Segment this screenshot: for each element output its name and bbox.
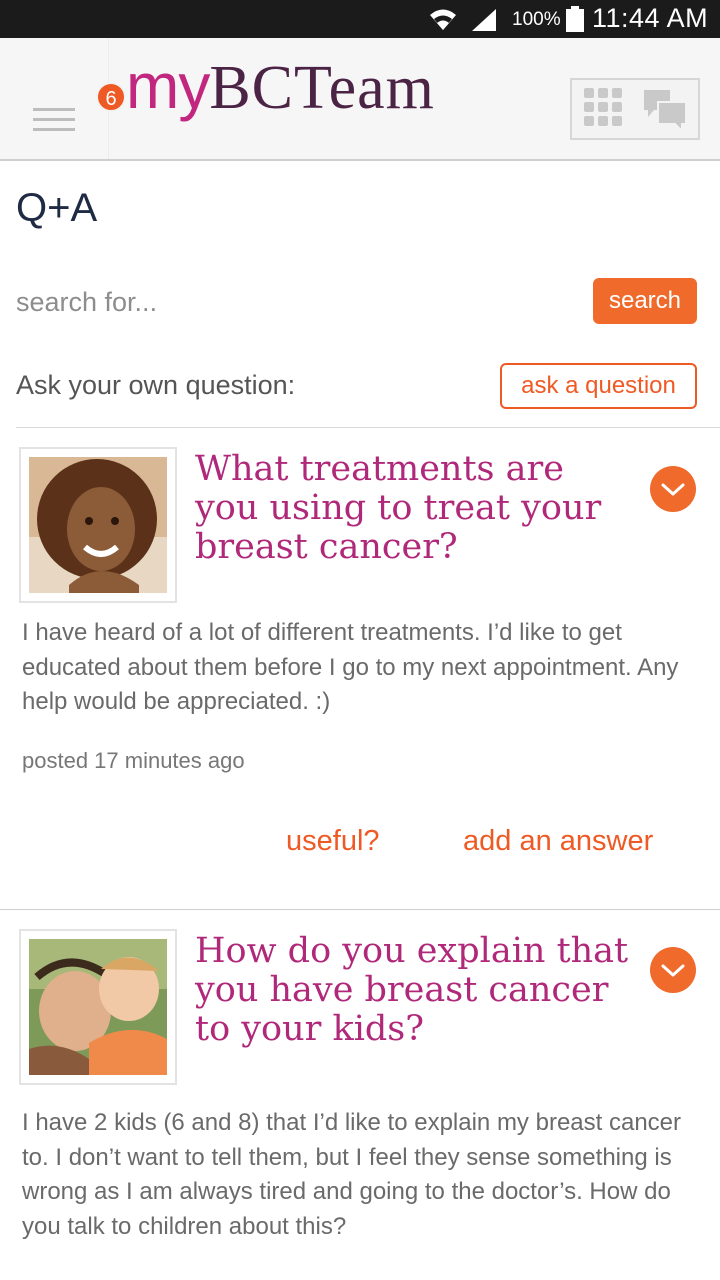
user-avatar[interactable] — [19, 929, 177, 1085]
posted-time: posted 17 minutes ago — [22, 748, 245, 773]
question-title[interactable]: How do you explain that you have breast … — [195, 932, 635, 1049]
status-bar: 100% 11:44 AM — [0, 0, 720, 38]
battery-percent: 100% — [512, 9, 561, 30]
divider — [16, 427, 720, 428]
avatar-photo — [29, 939, 167, 1075]
page-title: Q+A — [16, 186, 98, 230]
question-title[interactable]: What treatments are you using to treat y… — [195, 450, 635, 567]
search-button[interactable]: search — [593, 278, 697, 324]
header-tools — [570, 78, 700, 140]
clock: 11:44 AM — [592, 3, 709, 33]
menu-icon[interactable] — [33, 108, 75, 132]
search-input[interactable] — [16, 280, 576, 324]
add-answer-link[interactable]: add an answer — [463, 825, 653, 858]
ask-question-button[interactable]: ask a question — [500, 363, 697, 409]
ask-question-label: Ask your own question: — [16, 370, 296, 400]
signal-icon — [472, 9, 496, 31]
battery-icon — [566, 6, 584, 32]
question-body: I have 2 kids (6 and 8) that I’d like to… — [22, 1109, 682, 1240]
chevron-down-icon — [661, 483, 685, 496]
expand-question-button[interactable] — [650, 947, 696, 993]
useful-link[interactable]: useful? — [286, 825, 380, 858]
apps-grid-icon[interactable] — [584, 88, 624, 128]
notification-badge[interactable]: 6 — [96, 82, 126, 112]
app-header: myBCTeam 6 — [0, 38, 720, 161]
chat-bubbles-icon[interactable] — [640, 86, 690, 134]
app-logo[interactable]: myBCTeam — [126, 54, 435, 119]
chevron-down-icon — [661, 964, 685, 977]
avatar-photo — [29, 457, 167, 593]
expand-question-button[interactable] — [650, 466, 696, 512]
question-body: I have heard of a lot of different treat… — [22, 619, 679, 715]
logo-prefix: my — [126, 50, 210, 122]
logo-main: BCTeam — [209, 54, 435, 122]
user-avatar[interactable] — [19, 447, 177, 603]
divider — [0, 909, 720, 910]
wifi-icon — [430, 9, 456, 30]
